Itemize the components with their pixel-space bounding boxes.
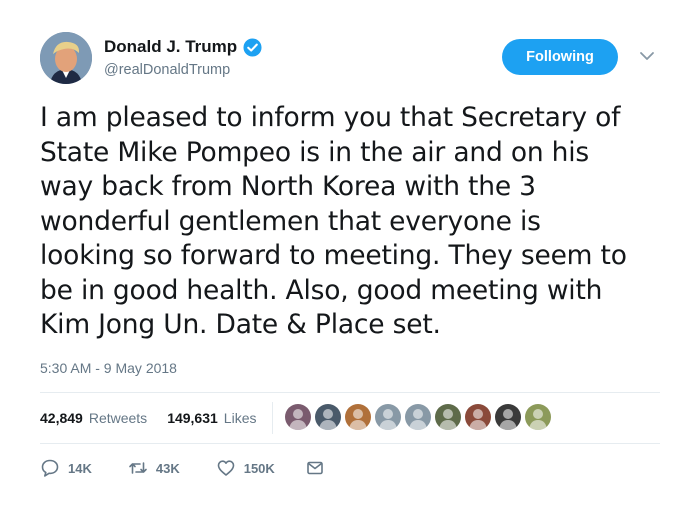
liker-avatar[interactable]	[525, 404, 551, 430]
tweet-timestamp[interactable]: 5:30 AM - 9 May 2018	[40, 360, 177, 376]
like-button[interactable]: 150K	[216, 458, 275, 478]
liker-avatar[interactable]	[315, 404, 341, 430]
author-avatar[interactable]	[40, 32, 92, 84]
chevron-down-icon[interactable]	[639, 50, 655, 62]
liker-avatar[interactable]	[375, 404, 401, 430]
retweets-label[interactable]: Retweets	[89, 410, 147, 426]
liker-avatar[interactable]	[465, 404, 491, 430]
envelope-icon	[306, 461, 323, 475]
tweet-text: I am pleased to inform you that Secretar…	[40, 102, 627, 340]
retweet-icon	[129, 462, 147, 474]
following-button[interactable]: Following	[502, 39, 618, 75]
reply-count: 14K	[68, 460, 92, 476]
heart-icon	[217, 460, 235, 476]
author-handle[interactable]: @realDonaldTrump	[104, 62, 230, 78]
verified-badge-icon	[243, 37, 262, 57]
tweet-actions: 14K 43K 150K	[40, 458, 325, 478]
liker-avatar[interactable]	[435, 404, 461, 430]
likes-count[interactable]: 149,631	[167, 410, 218, 426]
liker-avatar[interactable]	[285, 404, 311, 430]
retweet-button[interactable]: 43K	[128, 458, 180, 478]
reply-icon	[41, 459, 59, 477]
retweets-count[interactable]: 42,849	[40, 410, 83, 426]
retweet-count: 43K	[155, 460, 180, 476]
liker-avatar[interactable]	[495, 404, 521, 430]
tweet-stats: 42,849 Retweets 149,631 Likes	[40, 410, 256, 426]
divider	[40, 443, 660, 444]
like-count: 150K	[243, 460, 275, 476]
liker-avatar[interactable]	[345, 404, 371, 430]
likers-avatars	[285, 404, 551, 430]
divider	[40, 392, 660, 393]
direct-message-button[interactable]	[305, 458, 325, 478]
liker-avatar[interactable]	[405, 404, 431, 430]
author-name-row: Donald J. Trump	[104, 37, 262, 57]
reply-button[interactable]: 14K	[40, 458, 92, 478]
stats-separator	[272, 402, 273, 434]
author-name[interactable]: Donald J. Trump	[104, 37, 237, 57]
likes-label[interactable]: Likes	[224, 410, 257, 426]
